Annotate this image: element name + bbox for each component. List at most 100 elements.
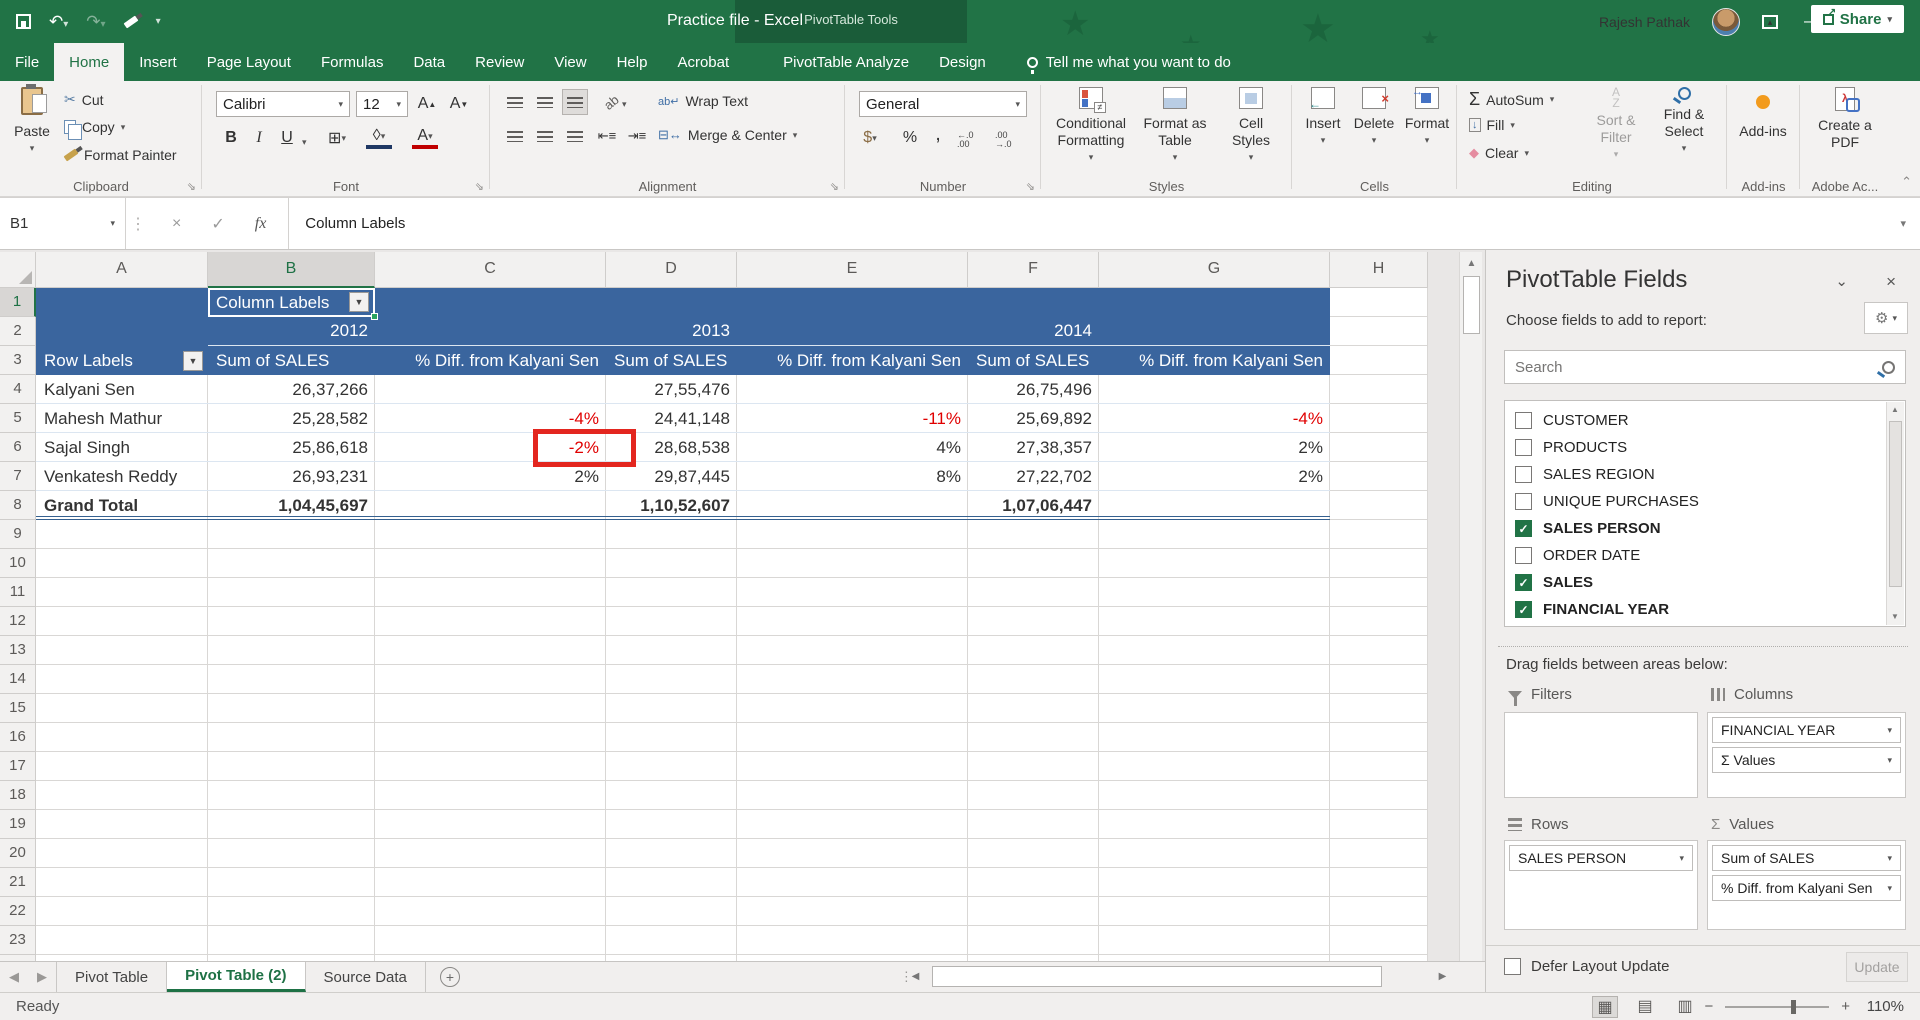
filters-area[interactable]	[1504, 712, 1698, 798]
scroll-up-icon[interactable]: ▲	[1462, 254, 1481, 273]
normal-view-icon[interactable]: ▦	[1592, 996, 1618, 1018]
sales-cell[interactable]: 26,93,231	[208, 462, 375, 491]
formula-content[interactable]: Column Labels	[289, 215, 1900, 232]
diff-cell[interactable]: 2%	[1099, 433, 1330, 462]
page-break-view-icon[interactable]: ▥	[1672, 996, 1698, 1018]
zoom-out-icon[interactable]: −	[1704, 998, 1713, 1015]
cell-f1[interactable]	[968, 288, 1099, 317]
row-header-23[interactable]: 23	[0, 926, 36, 955]
fill-handle[interactable]	[371, 313, 378, 320]
cell-a1[interactable]	[36, 288, 208, 317]
tab-pivottable-analyze[interactable]: PivotTable Analyze	[768, 43, 924, 81]
checkbox-icon[interactable]	[1515, 493, 1532, 510]
page-layout-view-icon[interactable]: ▤	[1632, 996, 1658, 1018]
row-header-10[interactable]: 10	[0, 549, 36, 578]
cell-e1[interactable]	[737, 288, 968, 317]
year-2013[interactable]: 2013	[606, 317, 737, 346]
bold-button[interactable]: B	[218, 125, 244, 151]
sheet-tab-pivot-table-2[interactable]: Pivot Table (2)	[167, 962, 305, 992]
salesperson-cell[interactable]: Venkatesh Reddy	[36, 462, 208, 491]
formula-bar-splitter[interactable]: ⋮	[126, 214, 150, 234]
borders-icon[interactable]: ⊞▾	[324, 125, 350, 151]
increase-indent-icon[interactable]: ⇥≡	[624, 123, 650, 149]
font-name-combo[interactable]: Calibri▾	[216, 91, 350, 117]
diff-cell[interactable]	[1099, 375, 1330, 404]
zoom-slider-thumb[interactable]	[1791, 1000, 1796, 1014]
values-area[interactable]: Sum of SALES▾ % Diff. from Kalyani Sen▾	[1707, 840, 1906, 930]
tab-page-layout[interactable]: Page Layout	[192, 43, 306, 81]
defer-layout-update[interactable]: Defer Layout Update	[1504, 958, 1669, 975]
row-header-18[interactable]: 18	[0, 781, 36, 810]
field-item-customer[interactable]: CUSTOMER	[1515, 407, 1629, 434]
decrease-indent-icon[interactable]: ⇤≡	[594, 123, 620, 149]
number-format-combo[interactable]: General▾	[859, 91, 1027, 117]
sales-cell[interactable]: 25,28,582	[208, 404, 375, 433]
percent-style-icon[interactable]: %	[897, 125, 923, 151]
checkbox-icon[interactable]	[1515, 547, 1532, 564]
row-header-11[interactable]: 11	[0, 578, 36, 607]
autosum-button[interactable]: ΣAutoSum▾	[1469, 89, 1554, 110]
cell-d1[interactable]	[606, 288, 737, 317]
row-header-7[interactable]: 7	[0, 462, 36, 491]
row-header-1[interactable]: 1	[0, 288, 36, 317]
field-item-unique-purchases[interactable]: UNIQUE PURCHASES	[1515, 488, 1699, 515]
sheet-tab-pivot-table[interactable]: Pivot Table	[56, 962, 167, 992]
row-header-16[interactable]: 16	[0, 723, 36, 752]
column-header-B[interactable]: B	[208, 252, 375, 288]
font-size-combo[interactable]: 12▾	[356, 91, 408, 117]
sum-of-sales-header-2013[interactable]: Sum of SALES	[606, 346, 737, 375]
italic-button[interactable]: I	[246, 125, 272, 151]
column-header-F[interactable]: F	[968, 252, 1099, 288]
tab-design[interactable]: Design	[924, 43, 1001, 81]
fill-button[interactable]: ↓Fill▾	[1469, 117, 1515, 133]
expand-formula-bar-icon[interactable]: ▾	[1900, 217, 1920, 230]
checkbox-checked-icon[interactable]: ✓	[1515, 574, 1532, 591]
tab-file[interactable]: File	[0, 43, 54, 81]
checkbox-icon[interactable]	[1515, 466, 1532, 483]
merge-center-button[interactable]: ⊟↔Merge & Center▾	[658, 127, 797, 143]
sales-cell[interactable]: 25,86,618	[208, 433, 375, 462]
row-header-21[interactable]: 21	[0, 868, 36, 897]
row-header-14[interactable]: 14	[0, 665, 36, 694]
cell-e2[interactable]	[737, 317, 968, 346]
horizontal-scrollbar[interactable]: ◀ ▶	[906, 965, 1452, 989]
panel-close-icon[interactable]: ×	[1886, 272, 1896, 292]
name-box[interactable]: B1 ▾	[0, 198, 126, 249]
align-middle-icon[interactable]	[532, 89, 558, 115]
field-item-sales[interactable]: ✓SALES	[1515, 569, 1593, 596]
diff-header-2013[interactable]: % Diff. from Kalyani Sen	[737, 346, 968, 375]
tab-data[interactable]: Data	[398, 43, 460, 81]
row-labels-header[interactable]: Row Labels▼	[36, 346, 208, 375]
sales-cell[interactable]: 25,69,892	[968, 404, 1099, 433]
format-as-table-button[interactable]: Format as Table ▾	[1137, 87, 1213, 166]
values-field-diff[interactable]: % Diff. from Kalyani Sen▾	[1712, 875, 1901, 901]
column-header-H[interactable]: H	[1330, 252, 1428, 288]
create-pdf-button[interactable]: λ Create a PDF	[1810, 87, 1880, 151]
sales-cell[interactable]: 27,38,357	[968, 433, 1099, 462]
salesperson-cell[interactable]: Kalyani Sen	[36, 375, 208, 404]
year-2012[interactable]: 2012	[208, 317, 375, 346]
scroll-right-icon[interactable]: ▶	[1433, 967, 1452, 986]
diff-cell[interactable]: 2%	[1099, 462, 1330, 491]
grand-total-cell[interactable]: 1,10,52,607	[606, 491, 737, 520]
field-item-order-date[interactable]: ORDER DATE	[1515, 542, 1640, 569]
cell-styles-button[interactable]: Cell Styles ▾	[1219, 87, 1283, 166]
row-header-2[interactable]: 2	[0, 317, 36, 346]
diff-cell[interactable]: -11%	[737, 404, 968, 433]
column-header-E[interactable]: E	[737, 252, 968, 288]
align-right-icon[interactable]	[562, 123, 588, 149]
find-select-button[interactable]: Find & Select ▾	[1653, 87, 1715, 157]
sales-cell[interactable]: 27,22,702	[968, 462, 1099, 491]
alignment-dialog-launcher-icon[interactable]: ⇘	[830, 180, 839, 193]
row-header-13[interactable]: 13	[0, 636, 36, 665]
columns-field-financial-year[interactable]: FINANCIAL YEAR▾	[1712, 717, 1901, 743]
tools-button[interactable]: ⚙▾	[1864, 302, 1908, 334]
row-header-22[interactable]: 22	[0, 897, 36, 926]
column-header-G[interactable]: G	[1099, 252, 1330, 288]
column-header-A[interactable]: A	[36, 252, 208, 288]
format-cells-button[interactable]: ↔ Format ▾	[1402, 87, 1452, 149]
panel-chevron-down-icon[interactable]: ⌄	[1835, 272, 1848, 290]
grand-total-cell[interactable]: 1,07,06,447	[968, 491, 1099, 520]
insert-function-icon[interactable]: fx	[255, 215, 267, 233]
share-button[interactable]: Share ▾	[1811, 5, 1904, 33]
